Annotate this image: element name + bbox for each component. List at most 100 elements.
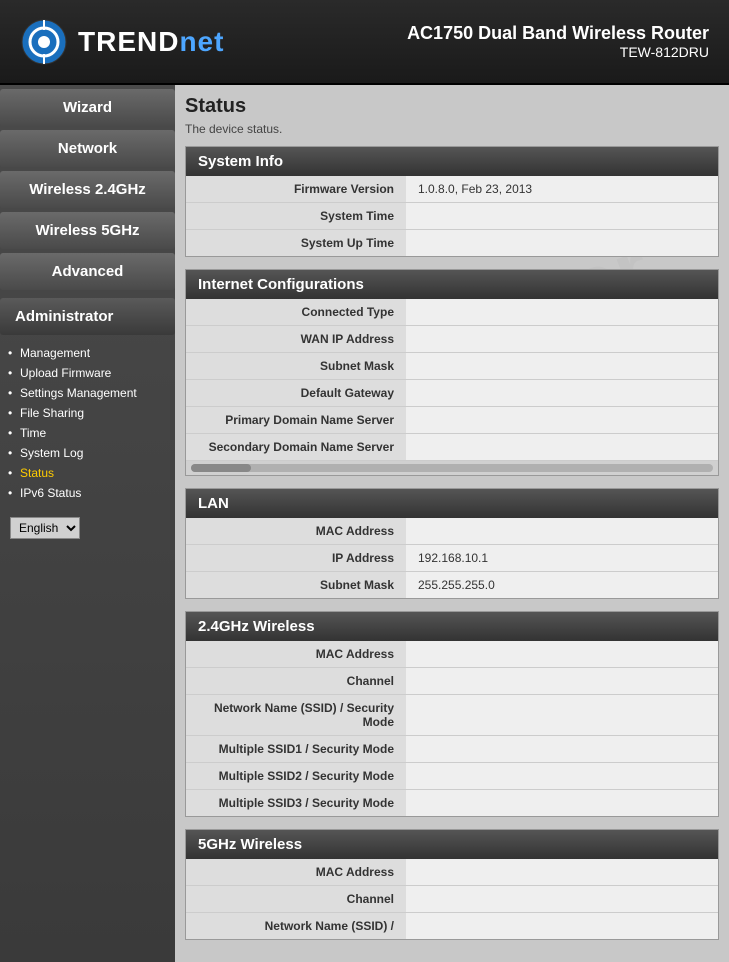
label-5-channel: Channel (186, 886, 406, 912)
value-lan-mac (406, 518, 718, 544)
page-title: Status (185, 95, 719, 118)
value-5-mac (406, 859, 718, 885)
value-firmware-version: 1.0.8.0, Feb 23, 2013 (406, 176, 718, 202)
table-row: Default Gateway (186, 380, 718, 407)
label-system-uptime: System Up Time (186, 230, 406, 256)
language-select[interactable]: English (10, 517, 80, 539)
main-layout: Wizard Network Wireless 2.4GHz Wireless … (0, 85, 729, 962)
logo-area: TRENDnet (20, 18, 224, 66)
scrollbar-thumb[interactable] (191, 464, 251, 472)
table-row: Subnet Mask 255.255.255.0 (186, 572, 718, 598)
scrollbar-track[interactable] (191, 464, 713, 472)
value-24-ssid2 (406, 763, 718, 789)
table-row: Network Name (SSID) / Security Mode (186, 695, 718, 736)
nav-wizard[interactable]: Wizard (0, 89, 175, 126)
table-row: System Time (186, 203, 718, 230)
section-internet-config-header: Internet Configurations (186, 270, 718, 299)
label-5-ssid: Network Name (SSID) / (186, 913, 406, 939)
sidebar: Wizard Network Wireless 2.4GHz Wireless … (0, 85, 175, 962)
admin-header: Administrator (0, 298, 175, 335)
label-lan-ip: IP Address (186, 545, 406, 571)
table-row: Multiple SSID2 / Security Mode (186, 763, 718, 790)
admin-links: Management Upload Firmware Settings Mana… (0, 339, 175, 507)
section-wireless-24-body: MAC Address Channel Network Name (SSID) … (186, 641, 718, 816)
sidebar-item-status[interactable]: Status (0, 463, 175, 483)
label-firmware-version: Firmware Version (186, 176, 406, 202)
table-row: Firmware Version 1.0.8.0, Feb 23, 2013 (186, 176, 718, 203)
section-system-info: System Info Firmware Version 1.0.8.0, Fe… (185, 146, 719, 257)
value-24-channel (406, 668, 718, 694)
page-description: The device status. (185, 122, 719, 136)
section-lan: LAN MAC Address IP Address 192.168.10.1 … (185, 488, 719, 599)
value-subnet-mask-wan (406, 353, 718, 379)
value-24-mac (406, 641, 718, 667)
logo-text: TRENDnet (78, 26, 224, 58)
value-secondary-dns (406, 434, 718, 460)
label-default-gateway: Default Gateway (186, 380, 406, 406)
sidebar-item-file-sharing[interactable]: File Sharing (0, 403, 175, 423)
label-24-ssid3: Multiple SSID3 / Security Mode (186, 790, 406, 816)
header: TRENDnet AC1750 Dual Band Wireless Route… (0, 0, 729, 85)
label-5-mac: MAC Address (186, 859, 406, 885)
table-row: Secondary Domain Name Server (186, 434, 718, 461)
sidebar-item-upload-firmware[interactable]: Upload Firmware (0, 363, 175, 383)
table-row: Channel (186, 668, 718, 695)
section-lan-header: LAN (186, 489, 718, 518)
table-row: MAC Address (186, 518, 718, 545)
label-24-channel: Channel (186, 668, 406, 694)
language-selector-area: English (10, 517, 165, 539)
section-system-info-body: Firmware Version 1.0.8.0, Feb 23, 2013 S… (186, 176, 718, 256)
sidebar-item-time[interactable]: Time (0, 423, 175, 443)
label-24-ssid1: Multiple SSID1 / Security Mode (186, 736, 406, 762)
value-24-ssid-security (406, 695, 718, 735)
label-24-mac: MAC Address (186, 641, 406, 667)
table-row: Channel (186, 886, 718, 913)
label-subnet-mask-wan: Subnet Mask (186, 353, 406, 379)
sidebar-item-ipv6-status[interactable]: IPv6 Status (0, 483, 175, 503)
table-row: MAC Address (186, 859, 718, 886)
value-5-channel (406, 886, 718, 912)
value-default-gateway (406, 380, 718, 406)
label-24-ssid-security: Network Name (SSID) / Security Mode (186, 695, 406, 735)
table-row: Connected Type (186, 299, 718, 326)
value-system-time (406, 203, 718, 229)
section-wireless-24-header: 2.4GHz Wireless (186, 612, 718, 641)
value-lan-subnet: 255.255.255.0 (406, 572, 718, 598)
section-wireless-24: 2.4GHz Wireless MAC Address Channel Netw… (185, 611, 719, 817)
nav-advanced[interactable]: Advanced (0, 253, 175, 290)
label-24-ssid2: Multiple SSID2 / Security Mode (186, 763, 406, 789)
table-row: Primary Domain Name Server (186, 407, 718, 434)
sidebar-item-settings-management[interactable]: Settings Management (0, 383, 175, 403)
nav-wireless-5[interactable]: Wireless 5GHz (0, 212, 175, 249)
label-lan-subnet: Subnet Mask (186, 572, 406, 598)
nav-network[interactable]: Network (0, 130, 175, 167)
sidebar-item-system-log[interactable]: System Log (0, 443, 175, 463)
brand-net: net (179, 26, 224, 57)
product-info: AC1750 Dual Band Wireless Router TEW-812… (407, 23, 709, 60)
table-row: System Up Time (186, 230, 718, 256)
content-area: setuprouter Status The device status. Sy… (175, 85, 729, 962)
brand-trend: TREND (78, 26, 179, 57)
product-name: AC1750 Dual Band Wireless Router (407, 23, 709, 44)
value-system-uptime (406, 230, 718, 256)
table-row: IP Address 192.168.10.1 (186, 545, 718, 572)
section-internet-config-body: Connected Type WAN IP Address Subnet Mas… (186, 299, 718, 475)
value-primary-dns (406, 407, 718, 433)
label-wan-ip: WAN IP Address (186, 326, 406, 352)
nav-wireless-24[interactable]: Wireless 2.4GHz (0, 171, 175, 208)
product-model: TEW-812DRU (407, 44, 709, 60)
label-lan-mac: MAC Address (186, 518, 406, 544)
section-wireless-5: 5GHz Wireless MAC Address Channel Networ… (185, 829, 719, 940)
value-5-ssid (406, 913, 718, 939)
section-wireless-5-header: 5GHz Wireless (186, 830, 718, 859)
table-row: Multiple SSID1 / Security Mode (186, 736, 718, 763)
label-primary-dns: Primary Domain Name Server (186, 407, 406, 433)
value-connected-type (406, 299, 718, 325)
sidebar-item-management[interactable]: Management (0, 343, 175, 363)
section-lan-body: MAC Address IP Address 192.168.10.1 Subn… (186, 518, 718, 598)
section-internet-config: Internet Configurations Connected Type W… (185, 269, 719, 476)
section-system-info-header: System Info (186, 147, 718, 176)
value-lan-ip: 192.168.10.1 (406, 545, 718, 571)
value-24-ssid1 (406, 736, 718, 762)
label-secondary-dns: Secondary Domain Name Server (186, 434, 406, 460)
